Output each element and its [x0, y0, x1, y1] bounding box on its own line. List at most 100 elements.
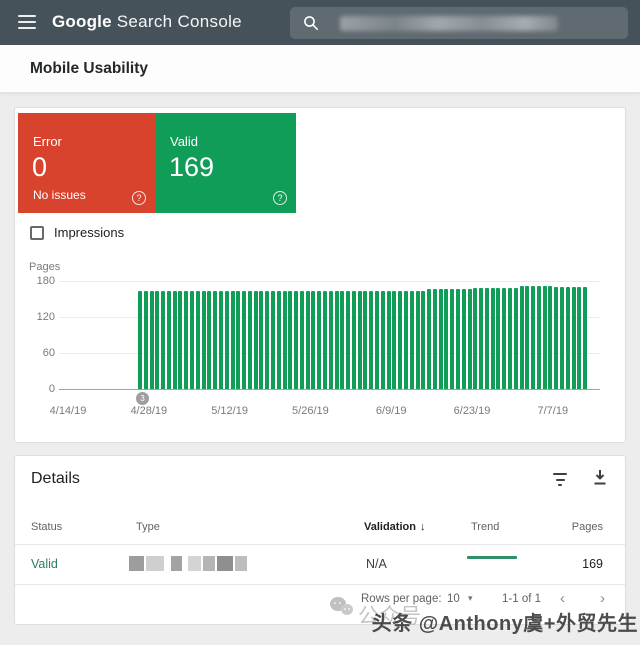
- bar[interactable]: [479, 287, 484, 389]
- bar[interactable]: [265, 291, 270, 389]
- bar[interactable]: [536, 285, 541, 389]
- column-header-type[interactable]: Type: [136, 521, 160, 533]
- bar[interactable]: [236, 291, 241, 389]
- column-header-pages[interactable]: Pages: [572, 521, 603, 533]
- bar[interactable]: [392, 291, 397, 389]
- bar[interactable]: [218, 291, 223, 389]
- bar[interactable]: [138, 291, 142, 389]
- chart-annotation-badge[interactable]: 3: [136, 392, 149, 405]
- bar[interactable]: [346, 291, 351, 389]
- bar[interactable]: [427, 288, 432, 389]
- bar[interactable]: [409, 291, 414, 389]
- bar[interactable]: [548, 285, 553, 389]
- bar[interactable]: [490, 287, 495, 389]
- bar[interactable]: [467, 288, 472, 389]
- bar[interactable]: [155, 291, 160, 389]
- bar[interactable]: [311, 291, 316, 389]
- bar[interactable]: [508, 287, 512, 389]
- bar[interactable]: [224, 291, 229, 389]
- bar[interactable]: [230, 291, 235, 389]
- bar[interactable]: [253, 291, 258, 389]
- bar[interactable]: [369, 291, 374, 389]
- bar[interactable]: [305, 291, 310, 389]
- bar[interactable]: [403, 291, 408, 389]
- download-icon[interactable]: [592, 469, 608, 491]
- bar[interactable]: [161, 291, 166, 389]
- app-logo[interactable]: Google Search Console: [52, 12, 242, 32]
- bar[interactable]: [195, 291, 200, 389]
- bar[interactable]: [386, 291, 391, 389]
- bar[interactable]: [184, 291, 189, 389]
- bar[interactable]: [473, 287, 478, 389]
- menu-icon[interactable]: [18, 15, 36, 29]
- bar[interactable]: [190, 291, 195, 389]
- bar[interactable]: [531, 285, 536, 389]
- bar[interactable]: [375, 291, 380, 389]
- bar[interactable]: [461, 288, 466, 389]
- bar[interactable]: [149, 291, 154, 389]
- bar[interactable]: [276, 291, 281, 389]
- help-icon[interactable]: ?: [132, 191, 146, 205]
- bar[interactable]: [432, 288, 437, 389]
- column-header-trend[interactable]: Trend: [471, 521, 499, 533]
- column-header-status[interactable]: Status: [31, 521, 62, 533]
- bar[interactable]: [513, 287, 518, 389]
- bar[interactable]: [334, 291, 339, 389]
- bar[interactable]: [351, 291, 356, 389]
- bar[interactable]: [143, 291, 148, 389]
- bar[interactable]: [323, 291, 327, 389]
- url-inspection-search-input[interactable]: [290, 7, 628, 39]
- bar[interactable]: [415, 291, 420, 389]
- bar[interactable]: [421, 291, 426, 389]
- bar[interactable]: [242, 291, 247, 389]
- bar[interactable]: [519, 285, 524, 389]
- bar[interactable]: [166, 291, 171, 389]
- bar[interactable]: [484, 287, 489, 389]
- bar[interactable]: [565, 287, 570, 389]
- rows-per-page-select[interactable]: 10: [447, 593, 460, 605]
- bar[interactable]: [571, 287, 576, 389]
- pagination-range: 1-1 of 1: [502, 593, 541, 605]
- bar[interactable]: [380, 291, 385, 389]
- bar[interactable]: [294, 291, 299, 389]
- bar[interactable]: [438, 288, 443, 389]
- bar[interactable]: [299, 291, 304, 389]
- bar[interactable]: [398, 291, 403, 389]
- bar[interactable]: [259, 291, 264, 389]
- bar[interactable]: [207, 291, 212, 389]
- error-card[interactable]: Error 0 No issues ?: [18, 113, 155, 213]
- bar[interactable]: [363, 291, 368, 389]
- next-page-button[interactable]: ›: [600, 590, 605, 607]
- bar[interactable]: [583, 287, 588, 389]
- bar[interactable]: [282, 291, 287, 389]
- bar[interactable]: [340, 291, 345, 389]
- bar[interactable]: [270, 291, 275, 389]
- bar[interactable]: [317, 291, 322, 389]
- valid-card[interactable]: Valid 169 ?: [155, 113, 296, 213]
- bar[interactable]: [525, 285, 530, 389]
- bar[interactable]: [554, 287, 559, 389]
- chevron-down-icon[interactable]: ▾: [468, 593, 473, 604]
- bar[interactable]: [172, 291, 177, 389]
- impressions-checkbox[interactable]: [30, 225, 44, 240]
- bar[interactable]: [560, 287, 565, 389]
- bar[interactable]: [444, 288, 449, 389]
- bar[interactable]: [201, 291, 206, 389]
- bar[interactable]: [542, 285, 547, 389]
- bar[interactable]: [357, 291, 362, 389]
- filter-icon[interactable]: [551, 473, 569, 486]
- bar[interactable]: [496, 287, 501, 389]
- column-header-validation[interactable]: Validation ↓: [364, 521, 425, 533]
- bar[interactable]: [178, 291, 183, 389]
- impressions-toggle[interactable]: Impressions: [30, 225, 124, 240]
- previous-page-button[interactable]: ‹: [560, 590, 565, 607]
- bar[interactable]: [288, 291, 293, 389]
- bar[interactable]: [213, 291, 218, 389]
- bar[interactable]: [455, 288, 460, 389]
- bar[interactable]: [328, 291, 333, 389]
- bar[interactable]: [502, 287, 507, 389]
- bar[interactable]: [450, 288, 455, 389]
- help-icon[interactable]: ?: [273, 191, 287, 205]
- bar[interactable]: [247, 291, 252, 389]
- bar[interactable]: [577, 287, 582, 389]
